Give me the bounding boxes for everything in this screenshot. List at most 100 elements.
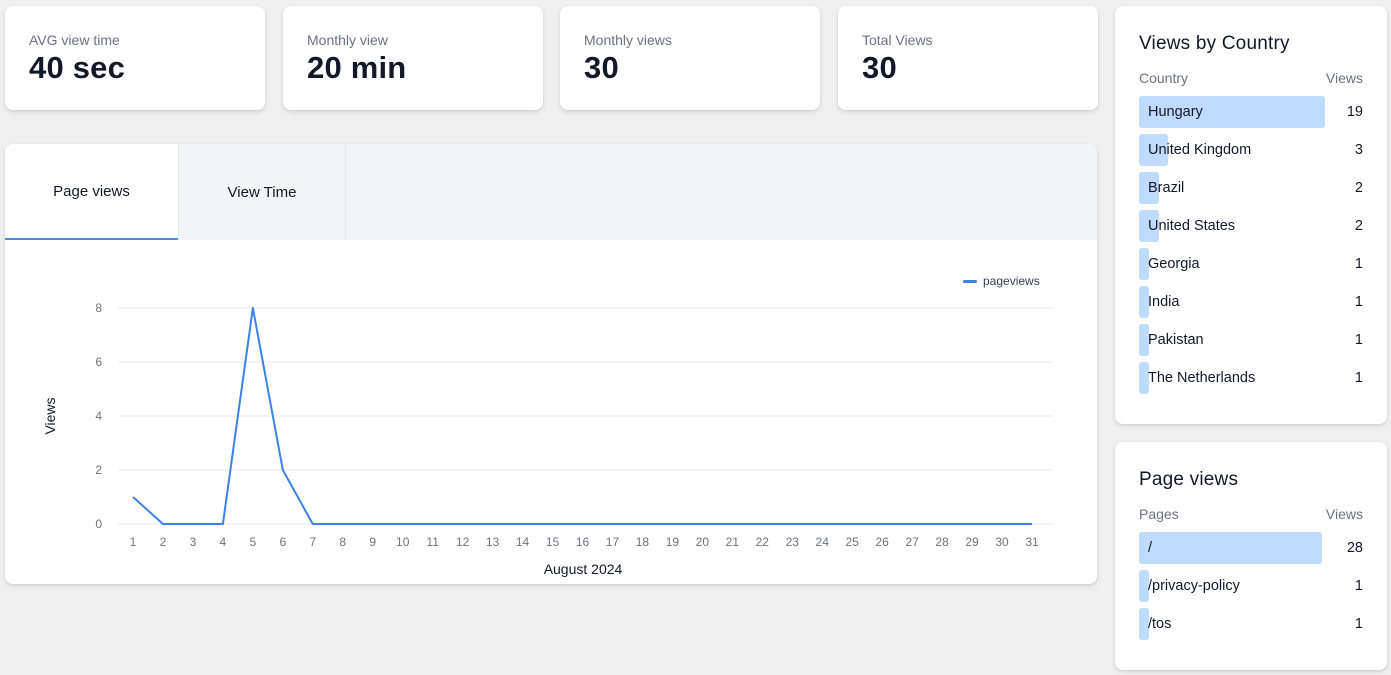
list-item: Brazil 2 bbox=[1139, 172, 1363, 204]
y-tick-label: 8 bbox=[95, 301, 102, 315]
list-item: Georgia 1 bbox=[1139, 248, 1363, 280]
tab-view-time[interactable]: View Time bbox=[178, 144, 346, 240]
list-item-value: 2 bbox=[1354, 218, 1363, 234]
list-item-label: United Kingdom bbox=[1148, 142, 1252, 158]
list-item-value: 1 bbox=[1354, 616, 1363, 632]
x-tick-label: 23 bbox=[786, 535, 800, 549]
stat-card-monthly-views: Monthly views 30 bbox=[560, 6, 820, 110]
x-tick-label: 30 bbox=[995, 535, 1009, 549]
list-item-value: 1 bbox=[1354, 370, 1363, 386]
x-tick-label: 18 bbox=[636, 535, 650, 549]
x-tick-label: 19 bbox=[666, 535, 680, 549]
x-tick-label: 3 bbox=[190, 535, 197, 549]
panel-title: Views by Country bbox=[1139, 33, 1290, 54]
x-tick-label: 16 bbox=[576, 535, 590, 549]
x-tick-label: 2 bbox=[160, 535, 167, 549]
legend-label: pageviews bbox=[983, 274, 1040, 288]
list-item-label: Hungary bbox=[1148, 104, 1203, 120]
x-tick-label: 8 bbox=[339, 535, 346, 549]
x-tick-label: 17 bbox=[606, 535, 620, 549]
views-by-country-panel: Views by Country Country Views Hungary 19… bbox=[1115, 6, 1387, 424]
x-tick-label: 25 bbox=[846, 535, 860, 549]
stat-value: 30 bbox=[584, 50, 619, 85]
x-tick-label: 14 bbox=[516, 535, 530, 549]
x-tick-label: 4 bbox=[220, 535, 227, 549]
x-tick-label: 10 bbox=[396, 535, 410, 549]
x-tick-label: 7 bbox=[309, 535, 316, 549]
list-item: India 1 bbox=[1139, 286, 1363, 318]
list-item-label: /tos bbox=[1148, 616, 1172, 632]
x-tick-label: 6 bbox=[279, 535, 286, 549]
column-header-views: Views bbox=[1325, 70, 1363, 86]
y-tick-label: 0 bbox=[95, 517, 102, 531]
x-tick-label: 15 bbox=[546, 535, 560, 549]
panel-title: Page views bbox=[1139, 469, 1239, 490]
list-item-value: 1 bbox=[1354, 294, 1363, 310]
y-tick-label: 2 bbox=[95, 463, 102, 477]
stat-label: Total Views bbox=[862, 32, 933, 48]
stat-value: 30 bbox=[862, 50, 897, 85]
x-tick-label: 27 bbox=[905, 535, 919, 549]
x-tick-label: 13 bbox=[486, 535, 500, 549]
list-item: /privacy-policy 1 bbox=[1139, 570, 1363, 602]
x-tick-label: 31 bbox=[1025, 535, 1039, 549]
list-item-label: The Netherlands bbox=[1148, 370, 1256, 386]
list-item: Hungary 19 bbox=[1139, 96, 1363, 128]
list-item-label: India bbox=[1148, 294, 1180, 310]
stat-label: AVG view time bbox=[29, 32, 120, 48]
country-list: Hungary 19 United Kingdom 3 Brazil 2 United St… bbox=[1139, 96, 1363, 394]
panel-column-headers: Pages Views bbox=[1139, 506, 1363, 522]
list-item: United States 2 bbox=[1139, 210, 1363, 242]
stat-card-avg-view-time: AVG view time 40 sec bbox=[5, 6, 265, 110]
stat-label: Monthly view bbox=[307, 32, 388, 48]
y-axis-label: Views bbox=[42, 397, 58, 434]
y-tick-label: 6 bbox=[95, 355, 102, 369]
stat-label: Monthly views bbox=[584, 32, 672, 48]
stat-value: 40 sec bbox=[29, 50, 126, 85]
x-tick-label: 11 bbox=[426, 535, 439, 549]
panel-column-headers: Country Views bbox=[1139, 70, 1363, 86]
list-item: /tos 1 bbox=[1139, 608, 1363, 640]
list-item: United Kingdom 3 bbox=[1139, 134, 1363, 166]
x-tick-label: 22 bbox=[756, 535, 770, 549]
column-header-country: Country bbox=[1139, 70, 1189, 86]
x-tick-label: 29 bbox=[965, 535, 979, 549]
stat-card-monthly-view: Monthly view 20 min bbox=[283, 6, 543, 110]
tab-page-views[interactable]: Page views bbox=[5, 144, 178, 240]
list-item-label: /privacy-policy bbox=[1148, 578, 1240, 594]
page-list: / 28/privacy-policy 1/tos 1 bbox=[1139, 532, 1363, 640]
list-item-value: 3 bbox=[1354, 142, 1363, 158]
legend-swatch bbox=[963, 280, 977, 283]
list-item: Pakistan 1 bbox=[1139, 324, 1363, 356]
list-item-value: 2 bbox=[1354, 180, 1363, 196]
x-tick-label: 12 bbox=[456, 535, 470, 549]
value-bar bbox=[1139, 532, 1322, 564]
list-item-label: / bbox=[1148, 540, 1153, 556]
chart-tab-bar: Page views View Time bbox=[5, 144, 1097, 240]
page-views-panel: Page views Pages Views / 28/privacy-polic… bbox=[1115, 442, 1387, 670]
x-tick-label: 24 bbox=[816, 535, 830, 549]
list-item-value: 19 bbox=[1346, 104, 1363, 120]
chart-card: Page views View Time 0 2 4 6 8 1 2 3 4 5 6 7 8 9 10 11 1… bbox=[5, 144, 1097, 584]
stat-value: 20 min bbox=[307, 50, 407, 85]
stat-card-total-views: Total Views 30 bbox=[838, 6, 1098, 110]
column-header-pages: Pages bbox=[1139, 506, 1179, 522]
pageviews-line-chart: 024681 2 3 4 5 6 7 8 9 10 11 12 13 14 15 16 17 18 19 20 21 22… bbox=[42, 274, 1052, 577]
list-item: / 28 bbox=[1139, 532, 1363, 564]
list-item-value: 1 bbox=[1354, 332, 1363, 348]
list-item-label: Pakistan bbox=[1148, 332, 1204, 348]
x-tick-label: 5 bbox=[250, 535, 257, 549]
x-tick-label: 26 bbox=[875, 535, 889, 549]
x-tick-label: 1 bbox=[130, 535, 137, 549]
list-item: The Netherlands 1 bbox=[1139, 362, 1363, 394]
y-tick-label: 4 bbox=[95, 409, 102, 423]
x-tick-label: 21 bbox=[726, 535, 740, 549]
x-tick-label: 9 bbox=[369, 535, 376, 549]
list-item-value: 1 bbox=[1354, 578, 1363, 594]
list-item-label: Georgia bbox=[1148, 256, 1200, 272]
column-header-views: Views bbox=[1325, 506, 1363, 522]
x-axis-label: August 2024 bbox=[544, 561, 623, 577]
list-item-value: 28 bbox=[1346, 540, 1363, 556]
list-item-label: Brazil bbox=[1148, 180, 1185, 196]
x-tick-label: 20 bbox=[696, 535, 710, 549]
